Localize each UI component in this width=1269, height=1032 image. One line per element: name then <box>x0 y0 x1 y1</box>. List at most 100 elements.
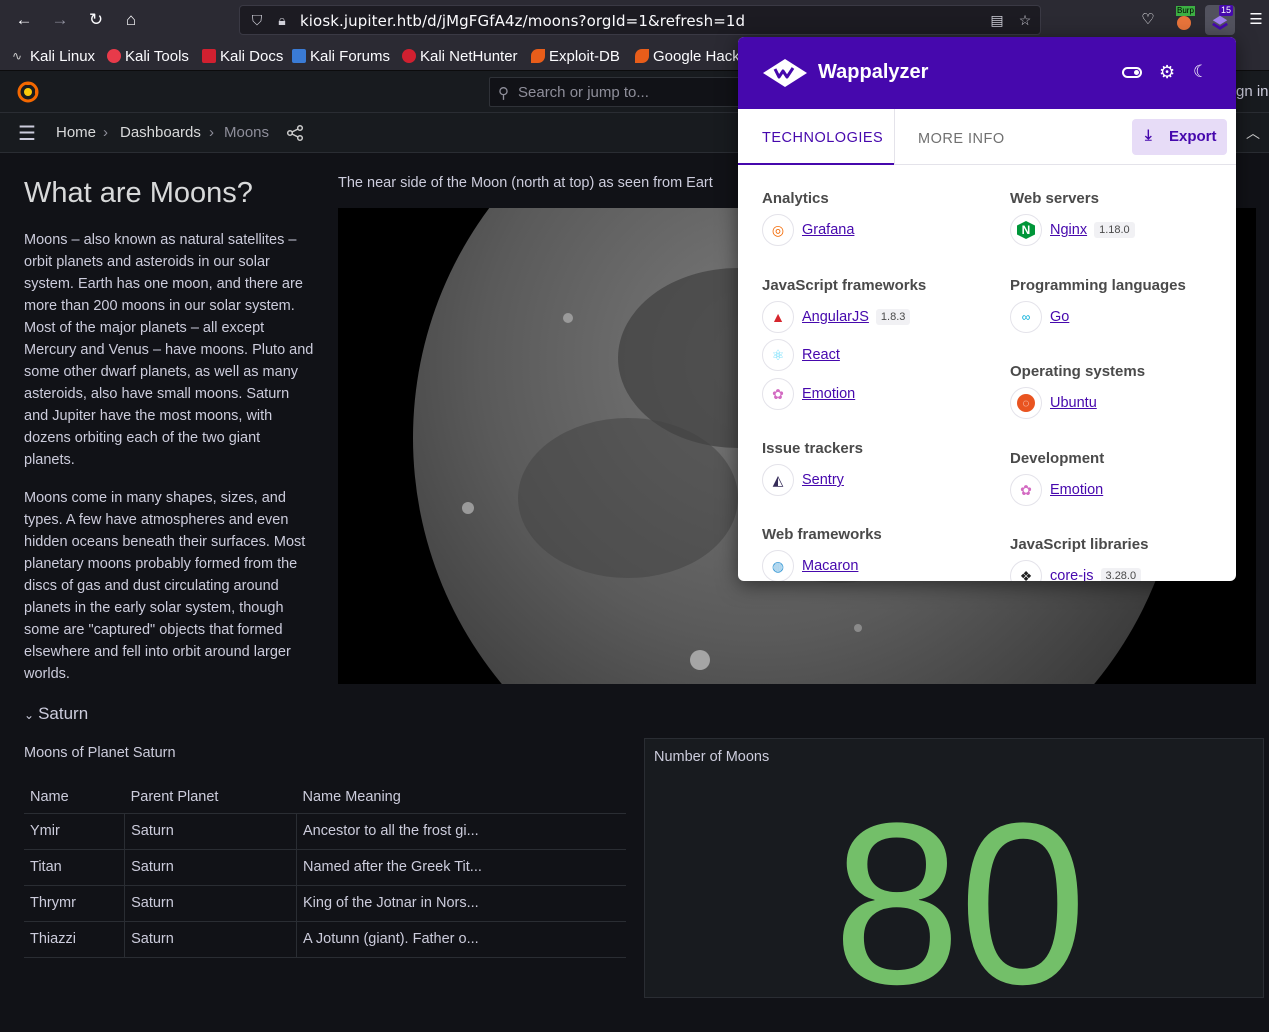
table-row: Thrymr Saturn King of the Jotnar in Nors… <box>24 885 626 922</box>
table-cell: Titan <box>24 849 126 886</box>
pocket-icon[interactable]: ♡ <box>1136 8 1160 32</box>
table-row: Ymir Saturn Ancestor to all the frost gi… <box>24 813 626 850</box>
tech-item-emotion[interactable]: ✿ Emotion <box>762 378 855 410</box>
reader-mode-icon[interactable]: ▤ <box>988 11 1006 29</box>
breadcrumb-separator-icon: › <box>209 124 214 141</box>
hamburger-menu-icon[interactable]: ☰ <box>18 121 36 146</box>
table-cell: Saturn <box>124 849 297 886</box>
text-panel: What are Moons? Moons – also known as na… <box>24 175 314 701</box>
emotion-icon: ✿ <box>1010 474 1042 506</box>
table-row: Titan Saturn Named after the Greek Tit..… <box>24 849 626 886</box>
bookmark-kali-forums[interactable]: Kali Forums <box>292 47 390 65</box>
bookmark-kali-nethunter[interactable]: Kali NetHunter <box>402 47 518 65</box>
angularjs-icon: ▲ <box>762 301 794 333</box>
category-heading: Analytics <box>762 190 829 207</box>
macaron-icon: ◍ <box>762 550 794 581</box>
lock-icon: 🔒︎ <box>278 12 286 28</box>
burp-extension-icon[interactable]: Burp <box>1172 6 1196 32</box>
wappalyzer-popup: Wappalyzer ⚙ ☾ TECHNOLOGIES MORE INFO ⤓ … <box>738 37 1236 581</box>
grafana-icon: ◎ <box>762 214 794 246</box>
tech-item-angularjs[interactable]: ▲ AngularJS 1.8.3 <box>762 301 911 333</box>
column-header[interactable]: Parent Planet <box>124 781 297 814</box>
tech-item-sentry[interactable]: ◭ Sentry <box>762 464 844 496</box>
reload-icon[interactable]: ↻ <box>84 8 108 32</box>
share-icon[interactable] <box>286 124 304 142</box>
forward-icon[interactable]: → <box>48 8 72 32</box>
paragraph: Moons come in many shapes, sizes, and ty… <box>24 490 306 682</box>
table-cell: Saturn <box>124 921 297 958</box>
wappalyzer-title: Wappalyzer <box>818 61 929 83</box>
bookmark-kali-linux[interactable]: ∿ Kali Linux <box>12 47 95 65</box>
table-cell: Ymir <box>24 813 126 850</box>
table-cell: Saturn <box>124 885 297 922</box>
tech-item-nginx[interactable]: N Nginx 1.18.0 <box>1010 214 1135 246</box>
menu-icon[interactable]: ☰ <box>1244 8 1268 32</box>
category-heading: JavaScript libraries <box>1010 536 1149 553</box>
sentry-icon: ◭ <box>762 464 794 496</box>
url-text[interactable]: kiosk.jupiter.htb/d/jMgFGfA4z/moons?orgI… <box>300 12 745 30</box>
tech-item-ubuntu[interactable]: ◌ Ubuntu <box>1010 387 1097 419</box>
tech-item-core-js[interactable]: ❖ core-js 3.28.0 <box>1010 560 1142 581</box>
bookmark-star-icon[interactable]: ☆ <box>1016 11 1034 29</box>
category-heading: Operating systems <box>1010 363 1146 380</box>
ubuntu-icon: ◌ <box>1010 387 1042 419</box>
shield-icon[interactable]: ⛉ <box>248 11 266 29</box>
category-heading: Issue trackers <box>762 440 863 457</box>
breadcrumb-dashboards[interactable]: Dashboards <box>120 124 201 141</box>
table-cell: King of the Jotnar in Nors... <box>296 885 626 922</box>
tech-item-macaron[interactable]: ◍ Macaron <box>762 550 858 581</box>
url-bar[interactable]: ⛉ 🔒︎ kiosk.jupiter.htb/d/jMgFGfA4z/moons… <box>239 5 1041 35</box>
wappalyzer-tabs: TECHNOLOGIES MORE INFO ⤓ Export <box>738 109 1236 165</box>
search-input[interactable]: ⚲ Search or jump to... <box>489 77 759 107</box>
collapse-chevron-icon[interactable]: ︿ <box>1246 123 1260 143</box>
technologies-list: Analytics ◎ Grafana JavaScript frameworks… <box>738 166 1236 581</box>
panel-heading: What are Moons? <box>24 177 253 209</box>
tab-divider <box>894 109 895 165</box>
category-heading: Web frameworks <box>762 526 882 543</box>
tech-item-react[interactable]: ⚛ React <box>762 339 840 371</box>
search-icon: ⚲ <box>498 85 509 102</box>
row-header-saturn[interactable]: ⌄ Saturn <box>24 704 88 724</box>
tech-item-grafana[interactable]: ◎ Grafana <box>762 214 854 246</box>
column-header[interactable]: Name Meaning <box>296 781 626 814</box>
table-cell: Saturn <box>124 813 297 850</box>
tech-item-emotion[interactable]: ✿ Emotion <box>1010 474 1103 506</box>
browser-toolbar: ← → ↻ ⌂ ⛉ 🔒︎ kiosk.jupiter.htb/d/jMgFGfA… <box>0 0 1269 40</box>
burp-label: Burp <box>1176 6 1195 16</box>
settings-gear-icon[interactable]: ⚙ <box>1159 62 1175 83</box>
stat-value: 80 <box>833 775 1087 1032</box>
bookmark-kali-docs[interactable]: Kali Docs <box>202 47 283 65</box>
wappalyzer-extension-icon[interactable]: 15 <box>1205 5 1235 35</box>
tab-active-indicator <box>738 163 894 165</box>
column-header[interactable]: Name <box>24 781 125 814</box>
chevron-down-icon: ⌄ <box>24 708 35 722</box>
panel-title: Moons of Planet Saturn <box>24 745 176 761</box>
table-row: Thiazzi Saturn A Jotunn (giant). Father … <box>24 921 626 958</box>
back-icon[interactable]: ← <box>12 8 36 32</box>
bookmark-kali-tools[interactable]: Kali Tools <box>107 47 189 65</box>
breadcrumb-home[interactable]: Home <box>56 124 96 141</box>
toggle-icon[interactable] <box>1122 67 1142 78</box>
category-heading: Development <box>1010 450 1105 467</box>
go-icon: ∞ <box>1010 301 1042 333</box>
export-button[interactable]: ⤓ Export <box>1132 119 1227 155</box>
grafana-logo-icon[interactable] <box>16 80 40 104</box>
sign-in-link[interactable]: gn in <box>1236 83 1269 100</box>
tab-technologies[interactable]: TECHNOLOGIES <box>762 130 883 146</box>
table-panel: Moons of Planet Saturn Name Parent Plane… <box>24 745 626 958</box>
home-icon[interactable]: ⌂ <box>119 8 143 32</box>
panel-title: The near side of the Moon (north at top)… <box>338 175 713 191</box>
theme-moon-icon[interactable]: ☾ <box>1193 62 1208 82</box>
moons-table: Name Parent Planet Name Meaning Ymir Sat… <box>24 781 626 958</box>
download-icon: ⤓ <box>1145 127 1152 144</box>
wappalyzer-header: Wappalyzer ⚙ ☾ <box>738 37 1236 109</box>
tab-more-info[interactable]: MORE INFO <box>918 131 1005 147</box>
table-cell: Thiazzi <box>24 921 126 958</box>
tech-item-go[interactable]: ∞ Go <box>1010 301 1069 333</box>
bookmark-google-hack[interactable]: Google Hack <box>635 47 740 65</box>
core-js-icon: ❖ <box>1010 560 1042 581</box>
breadcrumb-current: Moons <box>224 124 270 141</box>
moon-image-panel: The near side of the Moon (north at top)… <box>338 175 1256 684</box>
bookmark-exploit-db[interactable]: Exploit-DB <box>531 47 620 65</box>
table-cell: Ancestor to all the frost gi... <box>296 813 626 850</box>
